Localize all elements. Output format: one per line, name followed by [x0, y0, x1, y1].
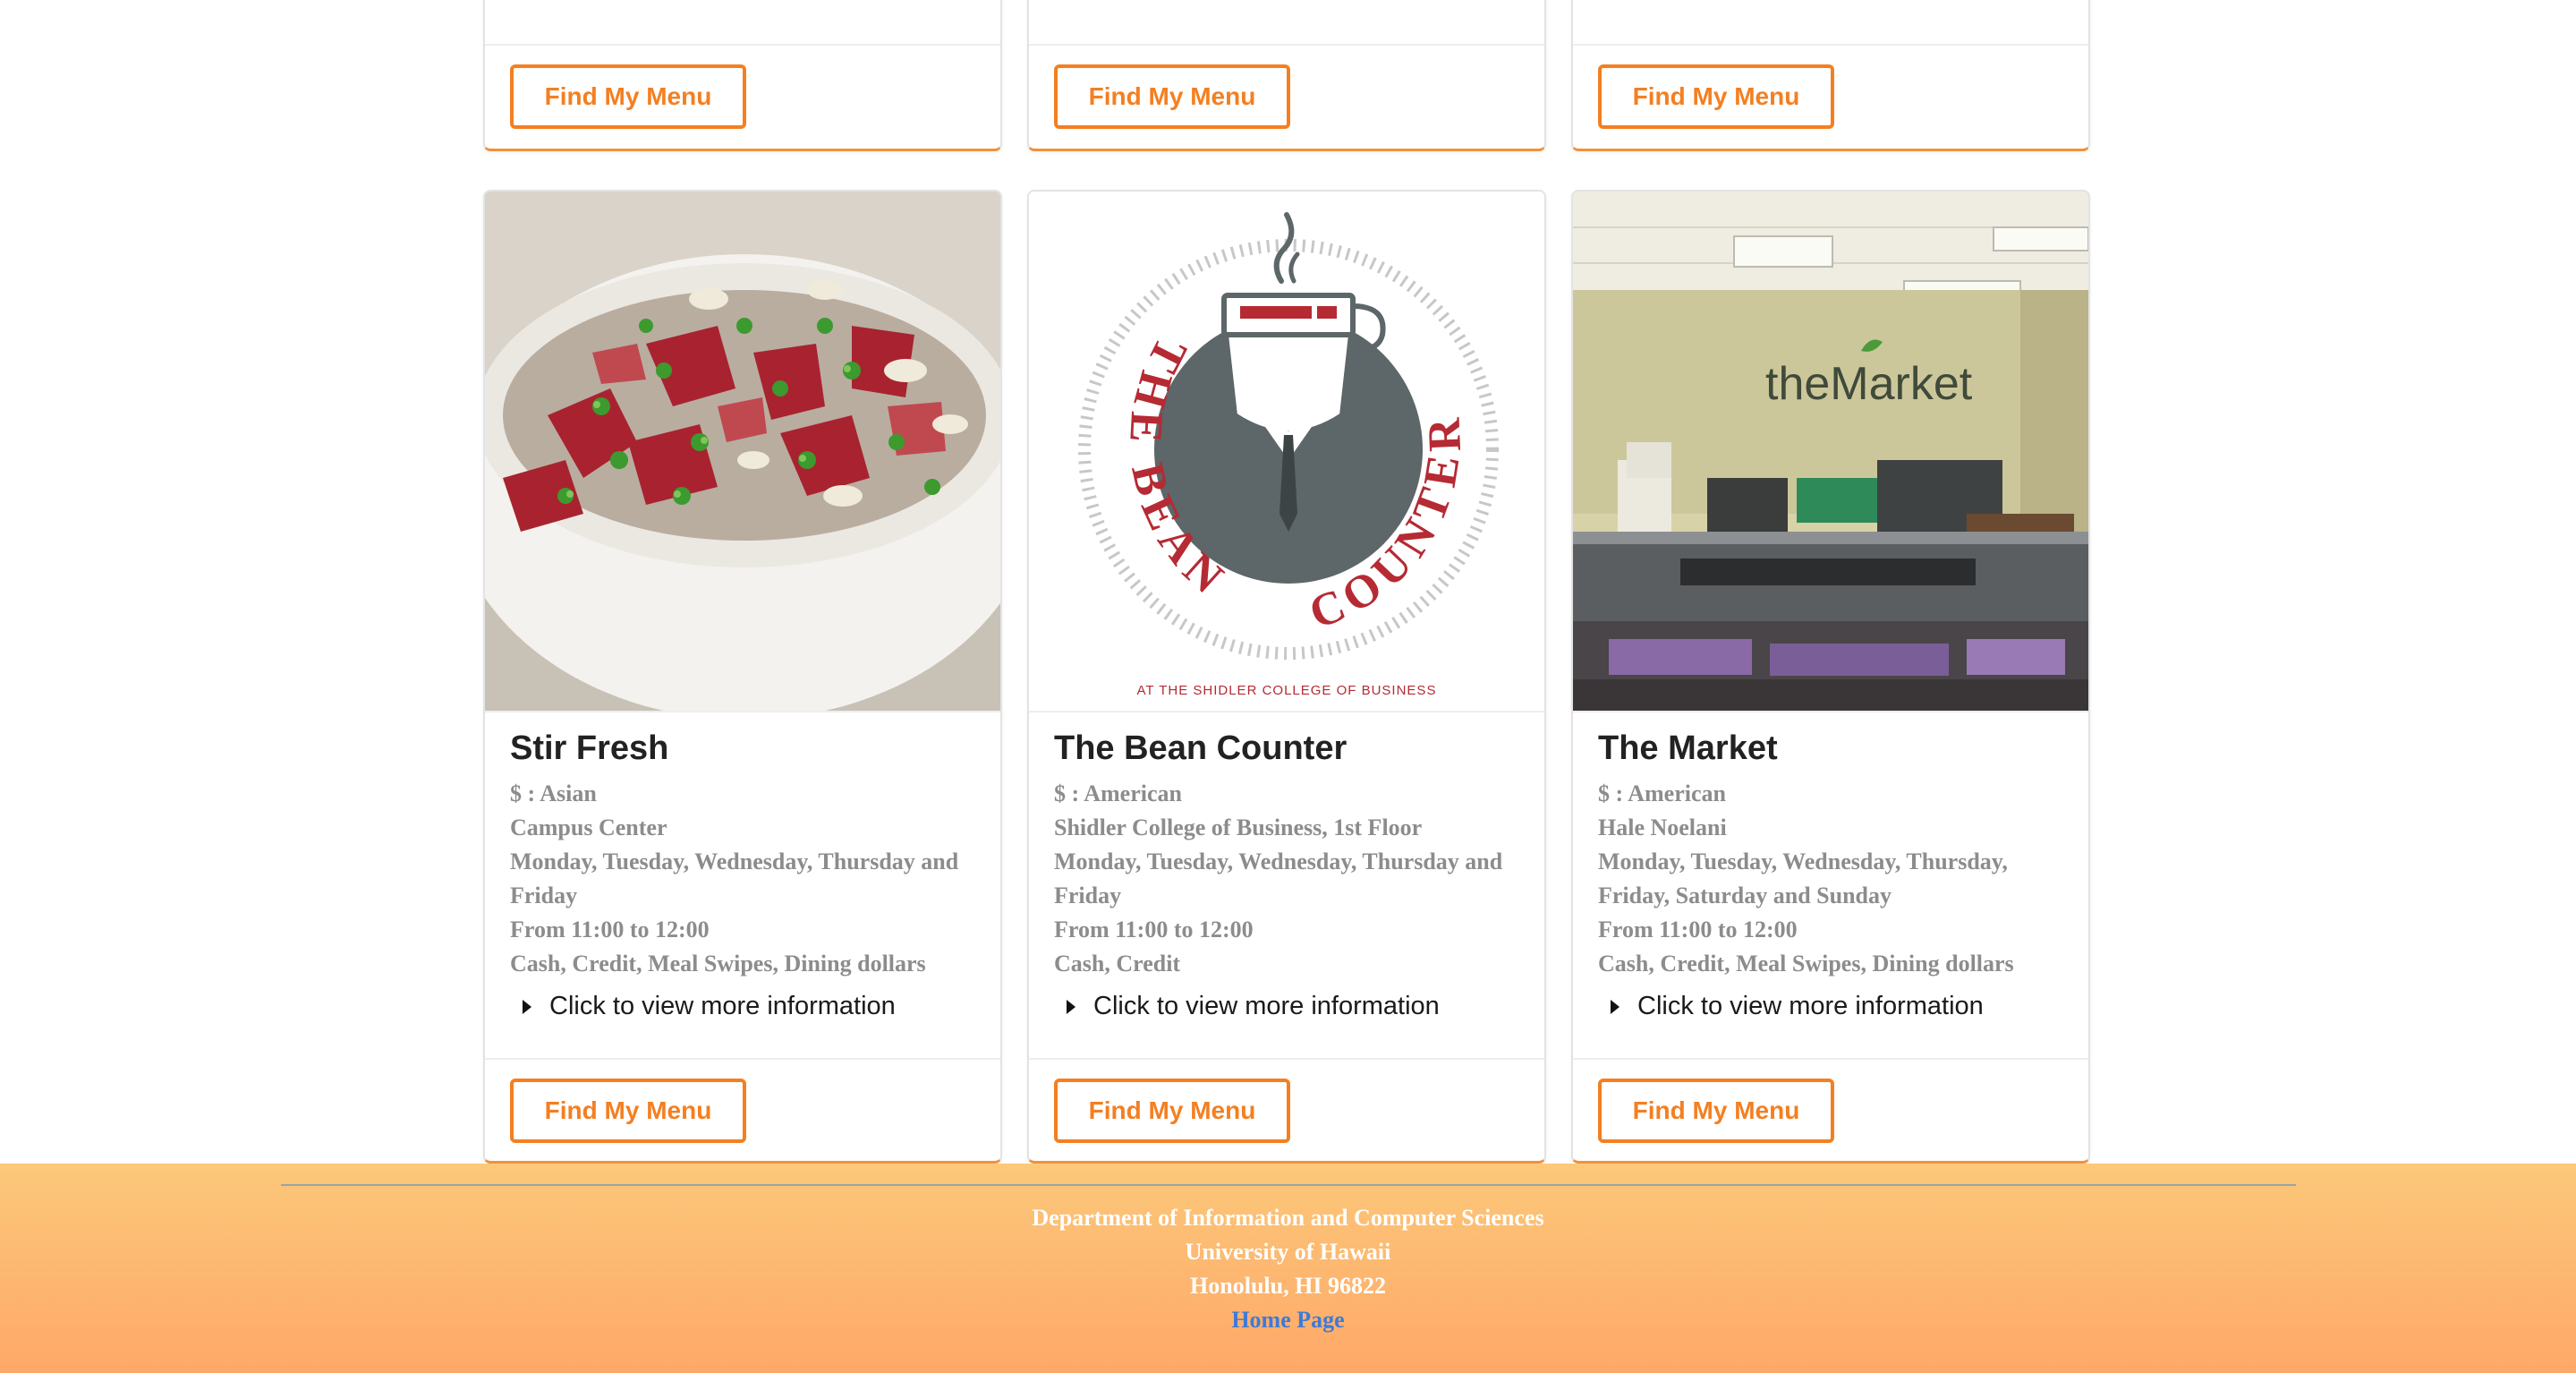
card-divider [1029, 44, 1544, 46]
more-info-toggle[interactable]: Click to view more information [1598, 992, 2070, 1021]
find-my-menu-button[interactable]: Find My Menu [510, 1079, 746, 1143]
home-page-link[interactable]: Home Page [0, 1303, 2576, 1337]
vendor-hours: From 11:00 to 12:00 [1598, 917, 1798, 942]
more-info-label: Click to view more information [1093, 992, 1440, 1020]
card-body: The Bean Counter $ : American Shidler Co… [1054, 729, 1526, 1021]
more-info-toggle[interactable]: Click to view more information [510, 992, 982, 1021]
svg-text:theMarket: theMarket [1765, 358, 1973, 410]
vendor-card-top-3: Find My Menu [1571, 0, 2090, 151]
vendor-name: The Market [1598, 729, 1778, 767]
more-info-label: Click to view more information [1637, 992, 1984, 1020]
more-info-toggle[interactable]: Click to view more information [1054, 992, 1526, 1021]
bean-counter-logo: THE BEAN COUNTER AT THE SHIDLER COLLEGE … [1029, 192, 1544, 711]
vendor-name: Stir Fresh [510, 729, 669, 767]
vendor-days: Monday, Tuesday, Wednesday, Thursday and… [510, 849, 959, 908]
vendor-name: The Bean Counter [1054, 729, 1348, 767]
vendor-card-top-2: Find My Menu [1027, 0, 1546, 151]
site-footer: Department of Information and Computer S… [0, 1164, 2576, 1373]
vendor-days: Monday, Tuesday, Wednesday, Thursday, Fr… [1598, 849, 2008, 908]
vendor-location: Campus Center [510, 814, 667, 840]
find-my-menu-button[interactable]: Find My Menu [1598, 1079, 1834, 1143]
find-my-menu-button[interactable]: Find My Menu [1054, 1079, 1290, 1143]
card-divider [485, 1058, 1000, 1060]
vendor-days: Monday, Tuesday, Wednesday, Thursday and… [1054, 849, 1503, 908]
vendor-location: Shidler College of Business, 1st Floor [1054, 814, 1423, 840]
price-cuisine: $ : American [1054, 780, 1182, 806]
market-interior-photo: theMarket [1573, 192, 2088, 711]
more-info-label: Click to view more information [549, 992, 896, 1020]
poke-bowl-image [485, 192, 1000, 712]
vendor-card-the-market: theMarket The Market $ : American Hale N… [1571, 190, 2090, 1164]
card-body: The Market $ : American Hale Noelani Mon… [1598, 729, 2070, 1021]
card-divider [1573, 1058, 2088, 1060]
footer-address: Department of Information and Computer S… [0, 1201, 2576, 1337]
caret-right-icon [1067, 999, 1075, 1014]
find-my-menu-button[interactable]: Find My Menu [1054, 64, 1290, 129]
price-cuisine: $ : American [1598, 780, 1726, 806]
poke-bowl-photo [485, 192, 1000, 711]
vendor-payment: Cash, Credit [1054, 951, 1181, 976]
footer-department: Department of Information and Computer S… [1032, 1205, 1544, 1231]
card-divider [485, 44, 1000, 46]
footer-university: University of Hawaii [1185, 1239, 1391, 1265]
vendor-card-top-1: Find My Menu [483, 0, 1002, 151]
vendor-location: Hale Noelani [1598, 814, 1727, 840]
vendor-payment: Cash, Credit, Meal Swipes, Dining dollar… [510, 951, 926, 976]
vendor-card-stir-fresh: Stir Fresh $ : Asian Campus Center Monda… [483, 190, 1002, 1164]
footer-divider [281, 1184, 2296, 1186]
vendor-hours: From 11:00 to 12:00 [510, 917, 710, 942]
vendor-hours: From 11:00 to 12:00 [1054, 917, 1254, 942]
caret-right-icon [1611, 999, 1620, 1014]
vendor-card-bean-counter: THE BEAN COUNTER AT THE SHIDLER COLLEGE … [1027, 190, 1546, 1164]
bean-counter-image: THE BEAN COUNTER AT THE SHIDLER COLLEGE … [1029, 192, 1544, 712]
price-cuisine: $ : Asian [510, 780, 597, 806]
market-image: theMarket [1573, 192, 2088, 712]
svg-text:AT THE SHIDLER COLLEGE OF BUSI: AT THE SHIDLER COLLEGE OF BUSINESS [1137, 683, 1437, 698]
find-my-menu-button[interactable]: Find My Menu [1598, 64, 1834, 129]
card-body: Stir Fresh $ : Asian Campus Center Monda… [510, 729, 982, 1021]
card-divider [1573, 44, 2088, 46]
find-my-menu-button[interactable]: Find My Menu [510, 64, 746, 129]
footer-city: Honolulu, HI 96822 [1190, 1273, 1386, 1299]
card-divider [1029, 1058, 1544, 1060]
caret-right-icon [523, 999, 531, 1014]
vendor-payment: Cash, Credit, Meal Swipes, Dining dollar… [1598, 951, 2014, 976]
